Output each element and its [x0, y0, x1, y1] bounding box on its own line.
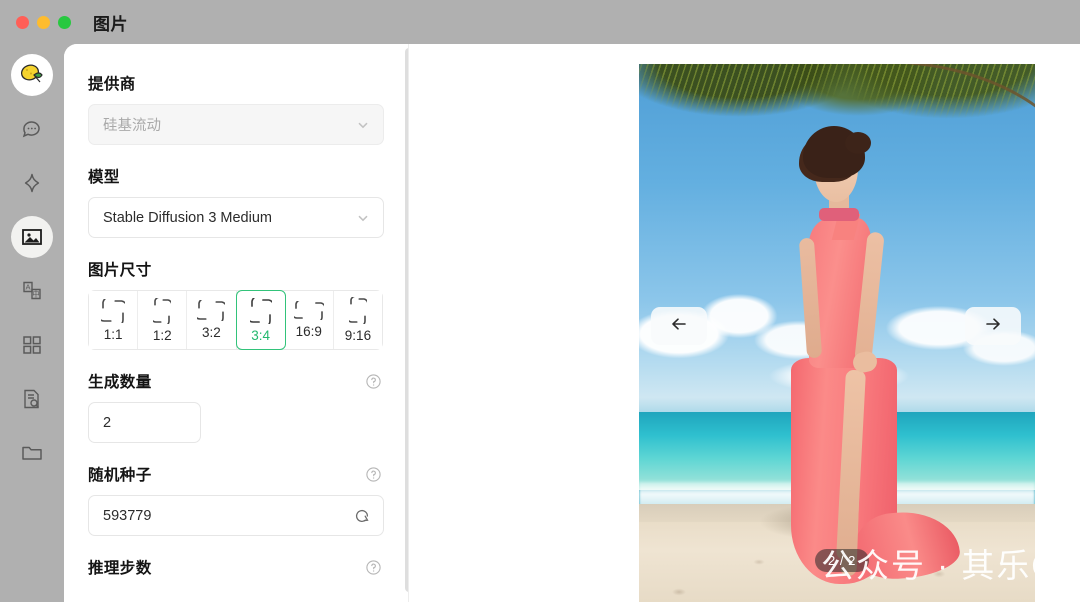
- seed-value: 593779: [103, 507, 152, 524]
- aspect-ratio-label: 16:9: [295, 324, 322, 339]
- aspect-ratio-label: 3:4: [251, 327, 270, 343]
- settings-panel: 提供商 硅基流动 模型 Stable Diffusion 3 Medium 图片…: [64, 44, 408, 602]
- aspect-ratio-frame-icon: [101, 298, 126, 323]
- steps-label: 推理步数: [88, 560, 152, 577]
- help-icon[interactable]: [365, 466, 382, 483]
- sidebar-item-assistant[interactable]: [11, 162, 53, 204]
- sidebar-rail: A 中: [0, 44, 64, 602]
- aspect-ratio-frame-icon: [249, 297, 272, 324]
- sidebar-item-translate[interactable]: A 中: [11, 270, 53, 312]
- app-window: 图片 A 中 提供商 硅基流动 模型 Stable Diffusion 3 Me…: [0, 0, 1080, 602]
- main-panel: 提供商 硅基流动 模型 Stable Diffusion 3 Medium 图片…: [64, 44, 1080, 602]
- sidebar-item-apps[interactable]: [11, 324, 53, 366]
- model-value: Stable Diffusion 3 Medium: [103, 209, 272, 226]
- arrow-right-icon: [983, 314, 1003, 339]
- model-select[interactable]: Stable Diffusion 3 Medium: [88, 197, 384, 238]
- minimize-button[interactable]: [37, 15, 50, 29]
- aspect-ratio-label: 1:2: [152, 327, 172, 343]
- image-counter-badge: 2 / 2: [815, 549, 869, 572]
- titlebar: 图片: [0, 0, 1080, 44]
- aspect-ratio-option-3-2[interactable]: 3:2: [187, 291, 237, 349]
- lemon-icon: [17, 60, 47, 90]
- sidebar-item-files[interactable]: [11, 432, 53, 474]
- model-field: 模型 Stable Diffusion 3 Medium: [88, 165, 384, 238]
- translate-icon: A 中: [20, 279, 44, 303]
- seed-input[interactable]: 593779: [88, 495, 384, 536]
- aspect-ratio-frame-icon: [153, 297, 172, 324]
- help-icon[interactable]: [365, 373, 382, 390]
- previous-image-button[interactable]: [651, 307, 707, 345]
- next-image-button[interactable]: [965, 307, 1021, 345]
- folder-icon: [20, 441, 44, 465]
- model-label: 模型: [88, 169, 120, 186]
- provider-select[interactable]: 硅基流动: [88, 104, 384, 145]
- maximize-button[interactable]: [58, 15, 71, 29]
- window-title: 图片: [93, 14, 128, 34]
- traffic-lights: [16, 15, 71, 29]
- document-search-icon: [20, 387, 44, 411]
- aspect-ratio-frame-icon: [293, 301, 324, 320]
- image-icon: [20, 225, 44, 249]
- batch-size-label: 生成数量: [88, 374, 152, 391]
- aspect-ratio-group: 1:1 1:2 3:2 3:4 16:9 9:16: [88, 290, 383, 350]
- image-size-field: 图片尺寸 1:1 1:2 3:2 3:4 16:9 9:16: [88, 258, 384, 350]
- seed-label: 随机种子: [88, 467, 152, 484]
- sidebar-item-knowledge[interactable]: [11, 378, 53, 420]
- svg-text:中: 中: [32, 289, 40, 299]
- aspect-ratio-option-1-2[interactable]: 1:2: [138, 291, 188, 349]
- provider-value: 硅基流动: [103, 118, 161, 134]
- aspect-ratio-option-16-9[interactable]: 16:9: [284, 291, 334, 349]
- batch-size-value: 2: [103, 414, 112, 431]
- aspect-ratio-option-9-16[interactable]: 9:16: [333, 291, 383, 349]
- aspect-ratio-frame-icon: [348, 297, 367, 324]
- aspect-ratio-label: 9:16: [344, 328, 372, 343]
- sparkle-icon: [20, 171, 44, 195]
- aspect-ratio-label: 3:2: [202, 325, 221, 340]
- provider-field: 提供商 硅基流动: [88, 72, 384, 145]
- aspect-ratio-option-3-4[interactable]: 3:4: [235, 290, 286, 350]
- chevron-down-icon: [355, 117, 371, 133]
- provider-label: 提供商: [88, 76, 136, 93]
- batch-size-field: 生成数量 2: [88, 370, 384, 443]
- svg-text:A: A: [25, 282, 30, 291]
- settings-scrollbar[interactable]: [403, 44, 408, 602]
- seed-field: 随机种子 593779: [88, 463, 384, 536]
- aspect-ratio-frame-icon: [197, 300, 226, 321]
- batch-size-input[interactable]: 2: [88, 402, 201, 443]
- close-button[interactable]: [16, 15, 29, 29]
- grid-icon: [21, 334, 43, 356]
- steps-field: 推理步数: [88, 556, 384, 578]
- arrow-left-icon: [669, 314, 689, 339]
- preview-panel: 2 / 2 公众号 · 其乐Q: [409, 44, 1080, 602]
- aspect-ratio-label: 1:1: [103, 326, 123, 342]
- chat-bubble-icon: [20, 117, 44, 141]
- sidebar-item-image[interactable]: [11, 216, 53, 258]
- refresh-icon[interactable]: [353, 507, 371, 525]
- image-size-label: 图片尺寸: [88, 262, 152, 279]
- aspect-ratio-option-1-1[interactable]: 1:1: [89, 291, 139, 349]
- generated-image[interactable]: 2 / 2 公众号 · 其乐Q: [639, 64, 1035, 602]
- sidebar-item-app-logo[interactable]: [11, 54, 53, 96]
- chevron-down-icon: [355, 210, 371, 226]
- help-icon[interactable]: [365, 559, 382, 576]
- sidebar-item-chat[interactable]: [11, 108, 53, 150]
- scrollbar-thumb[interactable]: [405, 48, 408, 592]
